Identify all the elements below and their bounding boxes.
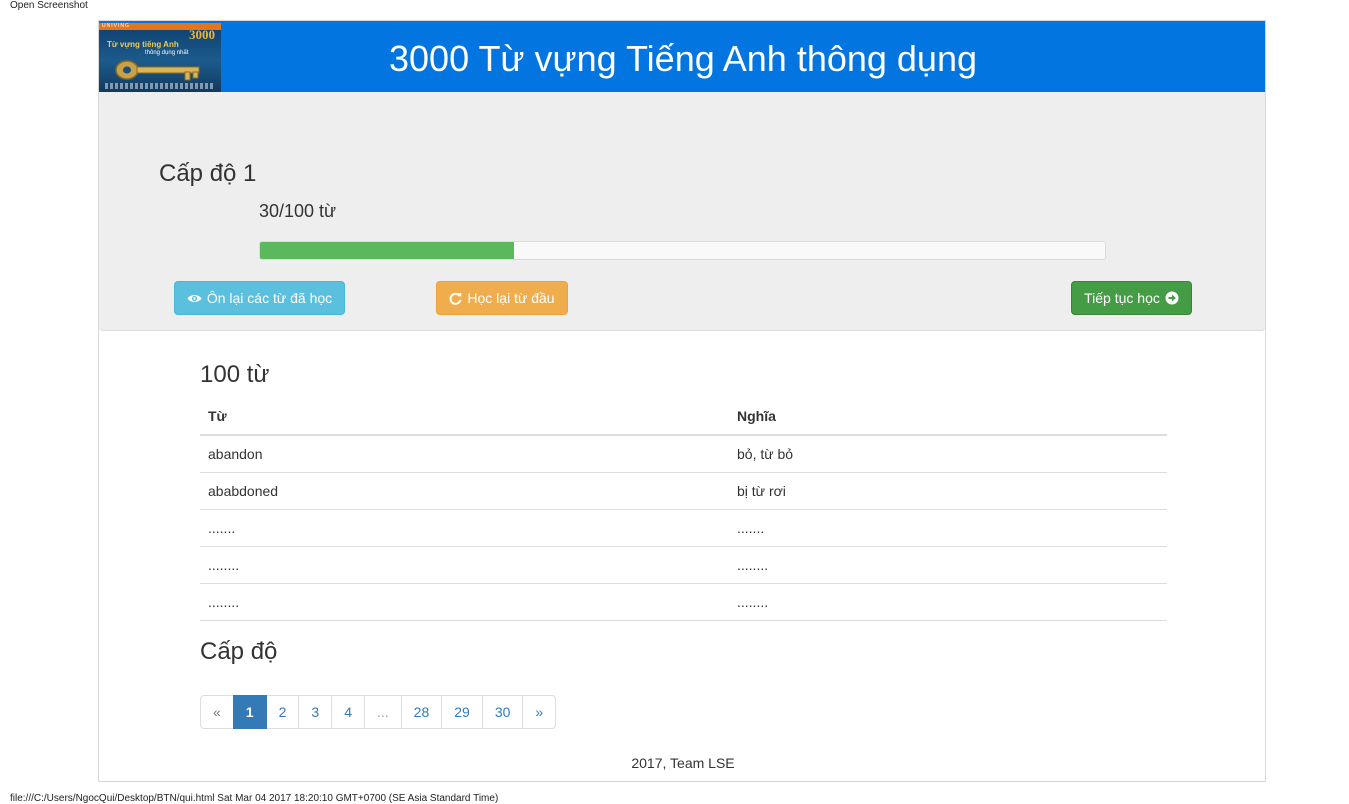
word-cell: ....... (200, 509, 729, 547)
word-table: Từ Nghĩa abandon bỏ, từ bỏ ababdoned bị … (200, 398, 1167, 621)
page-title: 3000 Từ vựng Tiếng Anh thông dụng (389, 38, 977, 79)
word-cell: abandon (200, 435, 729, 473)
table-header-row: Từ Nghĩa (200, 398, 1167, 436)
continue-learning-label: Tiếp tục học (1084, 290, 1160, 306)
page-container: UNIVING 3000 Từ vựng tiếng Anh thông dụn… (98, 20, 1266, 782)
continue-learning-button[interactable]: Tiếp tục học (1071, 281, 1192, 315)
table-row: abandon bỏ, từ bỏ (200, 435, 1167, 473)
meaning-cell: bỏ, từ bỏ (729, 435, 1167, 473)
progress-text: 30/100 từ (259, 201, 337, 221)
table-row: ababdoned bị từ rơi (200, 472, 1167, 510)
pagination-page-3[interactable]: 3 (298, 695, 333, 729)
circle-arrow-right-icon (1165, 291, 1179, 305)
table-row: ........ ........ (200, 583, 1167, 621)
browser-top-label: Open Screenshot (10, 0, 88, 11)
meaning-cell: ....... (729, 509, 1167, 547)
pagination-page-30[interactable]: 30 (481, 695, 524, 729)
footer-text: 2017, Team LSE (631, 755, 735, 771)
level-pagination: « 1 2 3 4 ... 28 29 30 » (200, 695, 557, 729)
header-bar: UNIVING 3000 Từ vựng tiếng Anh thông dụn… (99, 21, 1265, 92)
restart-learning-label: Học lại từ đầu (467, 290, 555, 306)
word-cell: ........ (200, 583, 729, 621)
pagination-page-4[interactable]: 4 (331, 695, 365, 729)
table-row: ........ ........ (200, 546, 1167, 584)
progress-bar-fill (260, 242, 514, 259)
pagination-page-29[interactable]: 29 (441, 695, 483, 729)
pagination-page-2[interactable]: 2 (265, 695, 300, 729)
level-panel: Cấp độ 1 30/100 từ Ôn lại các từ đã học (99, 92, 1265, 331)
levels-title: Cấp độ (200, 638, 278, 665)
review-words-label: Ôn lại các từ đã học (206, 290, 333, 306)
meaning-cell: bị từ rơi (729, 472, 1167, 510)
refresh-icon (449, 292, 462, 305)
table-row: ....... ....... (200, 509, 1167, 547)
word-cell: ........ (200, 546, 729, 584)
column-header-meaning: Nghĩa (729, 398, 1167, 436)
book-footer-text (105, 83, 215, 89)
restart-learning-button[interactable]: Học lại từ đầu (436, 281, 568, 315)
browser-bottom-label: file:///C:/Users/NgocQui/Desktop/BTN/qui… (10, 793, 499, 804)
level-title: Cấp độ 1 (159, 160, 257, 187)
pagination-page-28[interactable]: 28 (400, 695, 443, 729)
column-header-word: Từ (200, 398, 729, 436)
meaning-cell: ........ (729, 546, 1167, 584)
pagination-ellipsis: ... (363, 695, 402, 729)
pagination-prev[interactable]: « (200, 695, 234, 729)
eye-icon (187, 293, 202, 304)
review-words-button[interactable]: Ôn lại các từ đã học (174, 281, 345, 315)
word-cell: ababdoned (200, 472, 729, 510)
meaning-cell: ........ (729, 583, 1167, 621)
book-publisher: UNIVING (102, 23, 130, 29)
pagination-next[interactable]: » (522, 695, 557, 729)
pagination-page-1[interactable]: 1 (232, 695, 267, 729)
word-list-title: 100 từ (200, 361, 270, 388)
progress-bar (259, 241, 1106, 260)
